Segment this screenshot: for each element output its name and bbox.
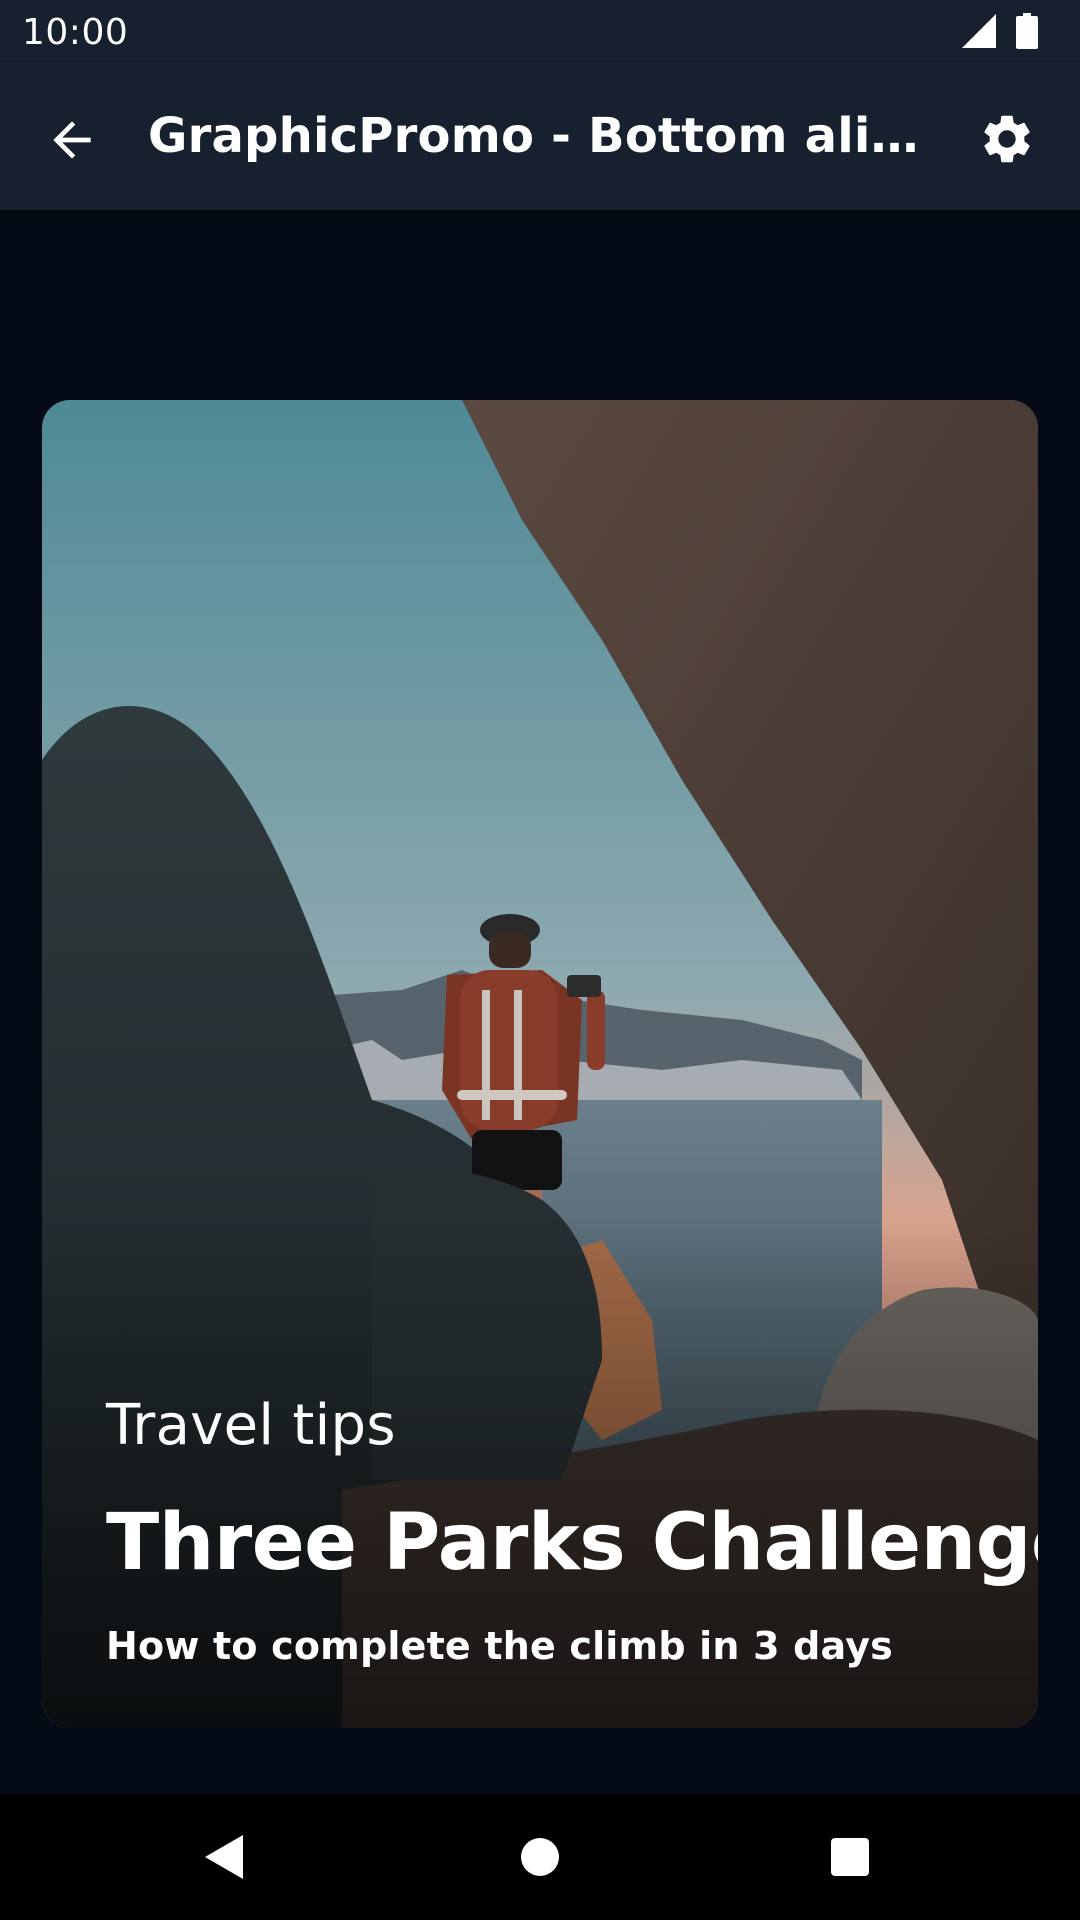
nav-recents-button[interactable] <box>817 1824 883 1890</box>
app-bar: GraphicPromo - Bottom align w... <box>0 62 1080 210</box>
back-triangle-icon <box>205 1835 243 1879</box>
nav-home-button[interactable] <box>507 1824 573 1890</box>
promo-text: Travel tips Three Parks Challenge How to… <box>106 1393 1038 1668</box>
back-button[interactable] <box>44 112 100 168</box>
home-circle-icon <box>521 1838 559 1876</box>
promo-eyebrow: Travel tips <box>106 1393 396 1458</box>
promo-body: How to complete the climb in 3 days <box>106 1624 894 1668</box>
page-title: GraphicPromo - Bottom align w... <box>148 108 938 164</box>
nav-back-button[interactable] <box>192 1824 258 1890</box>
system-nav-bar <box>0 1794 1080 1920</box>
status-bar: 10:00 <box>0 0 1080 62</box>
promo-card[interactable]: Travel tips Three Parks Challenge How to… <box>42 400 1038 1728</box>
settings-button[interactable] <box>978 110 1036 168</box>
battery-icon <box>1016 13 1038 49</box>
recents-square-icon <box>831 1838 869 1876</box>
gear-icon <box>984 115 1030 163</box>
status-icons <box>962 13 1038 49</box>
promo-headline: Three Parks Challenge <box>106 1498 1038 1588</box>
arrow-back-icon <box>53 121 91 159</box>
status-time: 10:00 <box>22 12 129 53</box>
signal-icon <box>962 14 996 48</box>
